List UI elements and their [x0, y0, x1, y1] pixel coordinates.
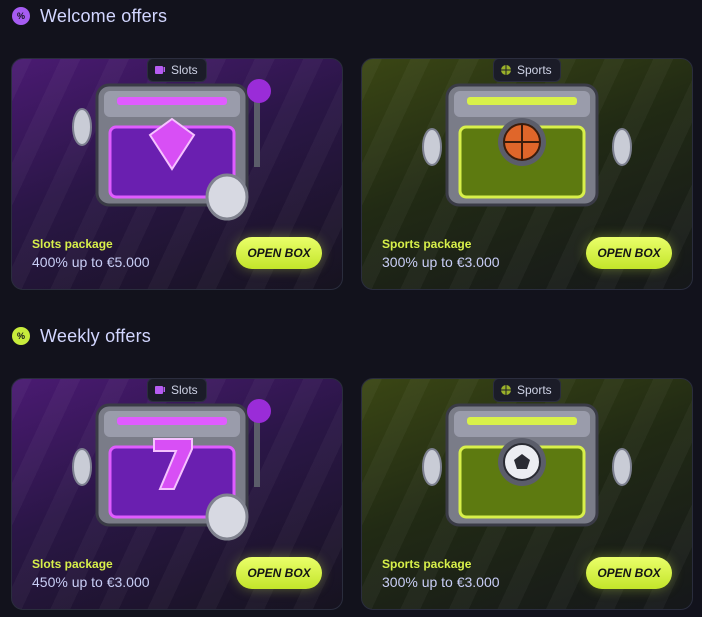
open-box-button[interactable]: OPEN BOX [586, 557, 672, 589]
ball-icon [501, 385, 511, 395]
welcome-offers-title: Welcome offers [40, 5, 168, 26]
tag-label: Sports [517, 63, 552, 77]
open-box-button[interactable]: OPEN BOX [236, 237, 322, 269]
slot-machine-icon [155, 386, 165, 394]
package-offer: 300% up to €3.000 [382, 574, 500, 590]
package-offer: 450% up to €3.000 [32, 574, 150, 590]
welcome-slots-card[interactable]: Slots package 400% up to €5.000 OPEN BOX [11, 58, 343, 290]
package-name: Slots package [32, 237, 113, 251]
ball-icon [501, 65, 511, 75]
category-tag-sports: Sports [493, 58, 561, 82]
seven-chest-illustration [72, 399, 271, 541]
tag-label: Slots [171, 383, 198, 397]
open-box-button[interactable]: OPEN BOX [236, 557, 322, 589]
welcome-offers-heading: % Welcome offers [12, 2, 167, 30]
category-tag-slots: Slots [147, 378, 207, 402]
open-box-button[interactable]: OPEN BOX [586, 237, 672, 269]
package-name: Sports package [382, 237, 472, 251]
tag-label: Slots [171, 63, 198, 77]
soccer-ball-chest-illustration [422, 403, 632, 527]
category-tag-slots: Slots [147, 58, 207, 82]
slot-machine-icon [155, 66, 165, 74]
weekly-offers-heading: % Weekly offers [12, 322, 151, 350]
welcome-sports-card[interactable]: Sports package 300% up to €3.000 OPEN BO… [361, 58, 693, 290]
gem-chest-illustration [72, 79, 271, 221]
package-name: Sports package [382, 557, 472, 571]
basketball-chest-illustration [422, 83, 632, 207]
tag-label: Sports [517, 383, 552, 397]
package-name: Slots package [32, 557, 113, 571]
category-tag-sports: Sports [493, 378, 561, 402]
weekly-offers-title: Weekly offers [40, 325, 151, 346]
percent-badge-icon: % [12, 327, 30, 345]
package-offer: 300% up to €3.000 [382, 254, 500, 270]
percent-badge-icon: % [12, 7, 30, 25]
weekly-slots-card[interactable]: Slots package 450% up to €3.000 OPEN BOX [11, 378, 343, 610]
package-offer: 400% up to €5.000 [32, 254, 150, 270]
weekly-sports-card[interactable]: Sports package 300% up to €3.000 OPEN BO… [361, 378, 693, 610]
